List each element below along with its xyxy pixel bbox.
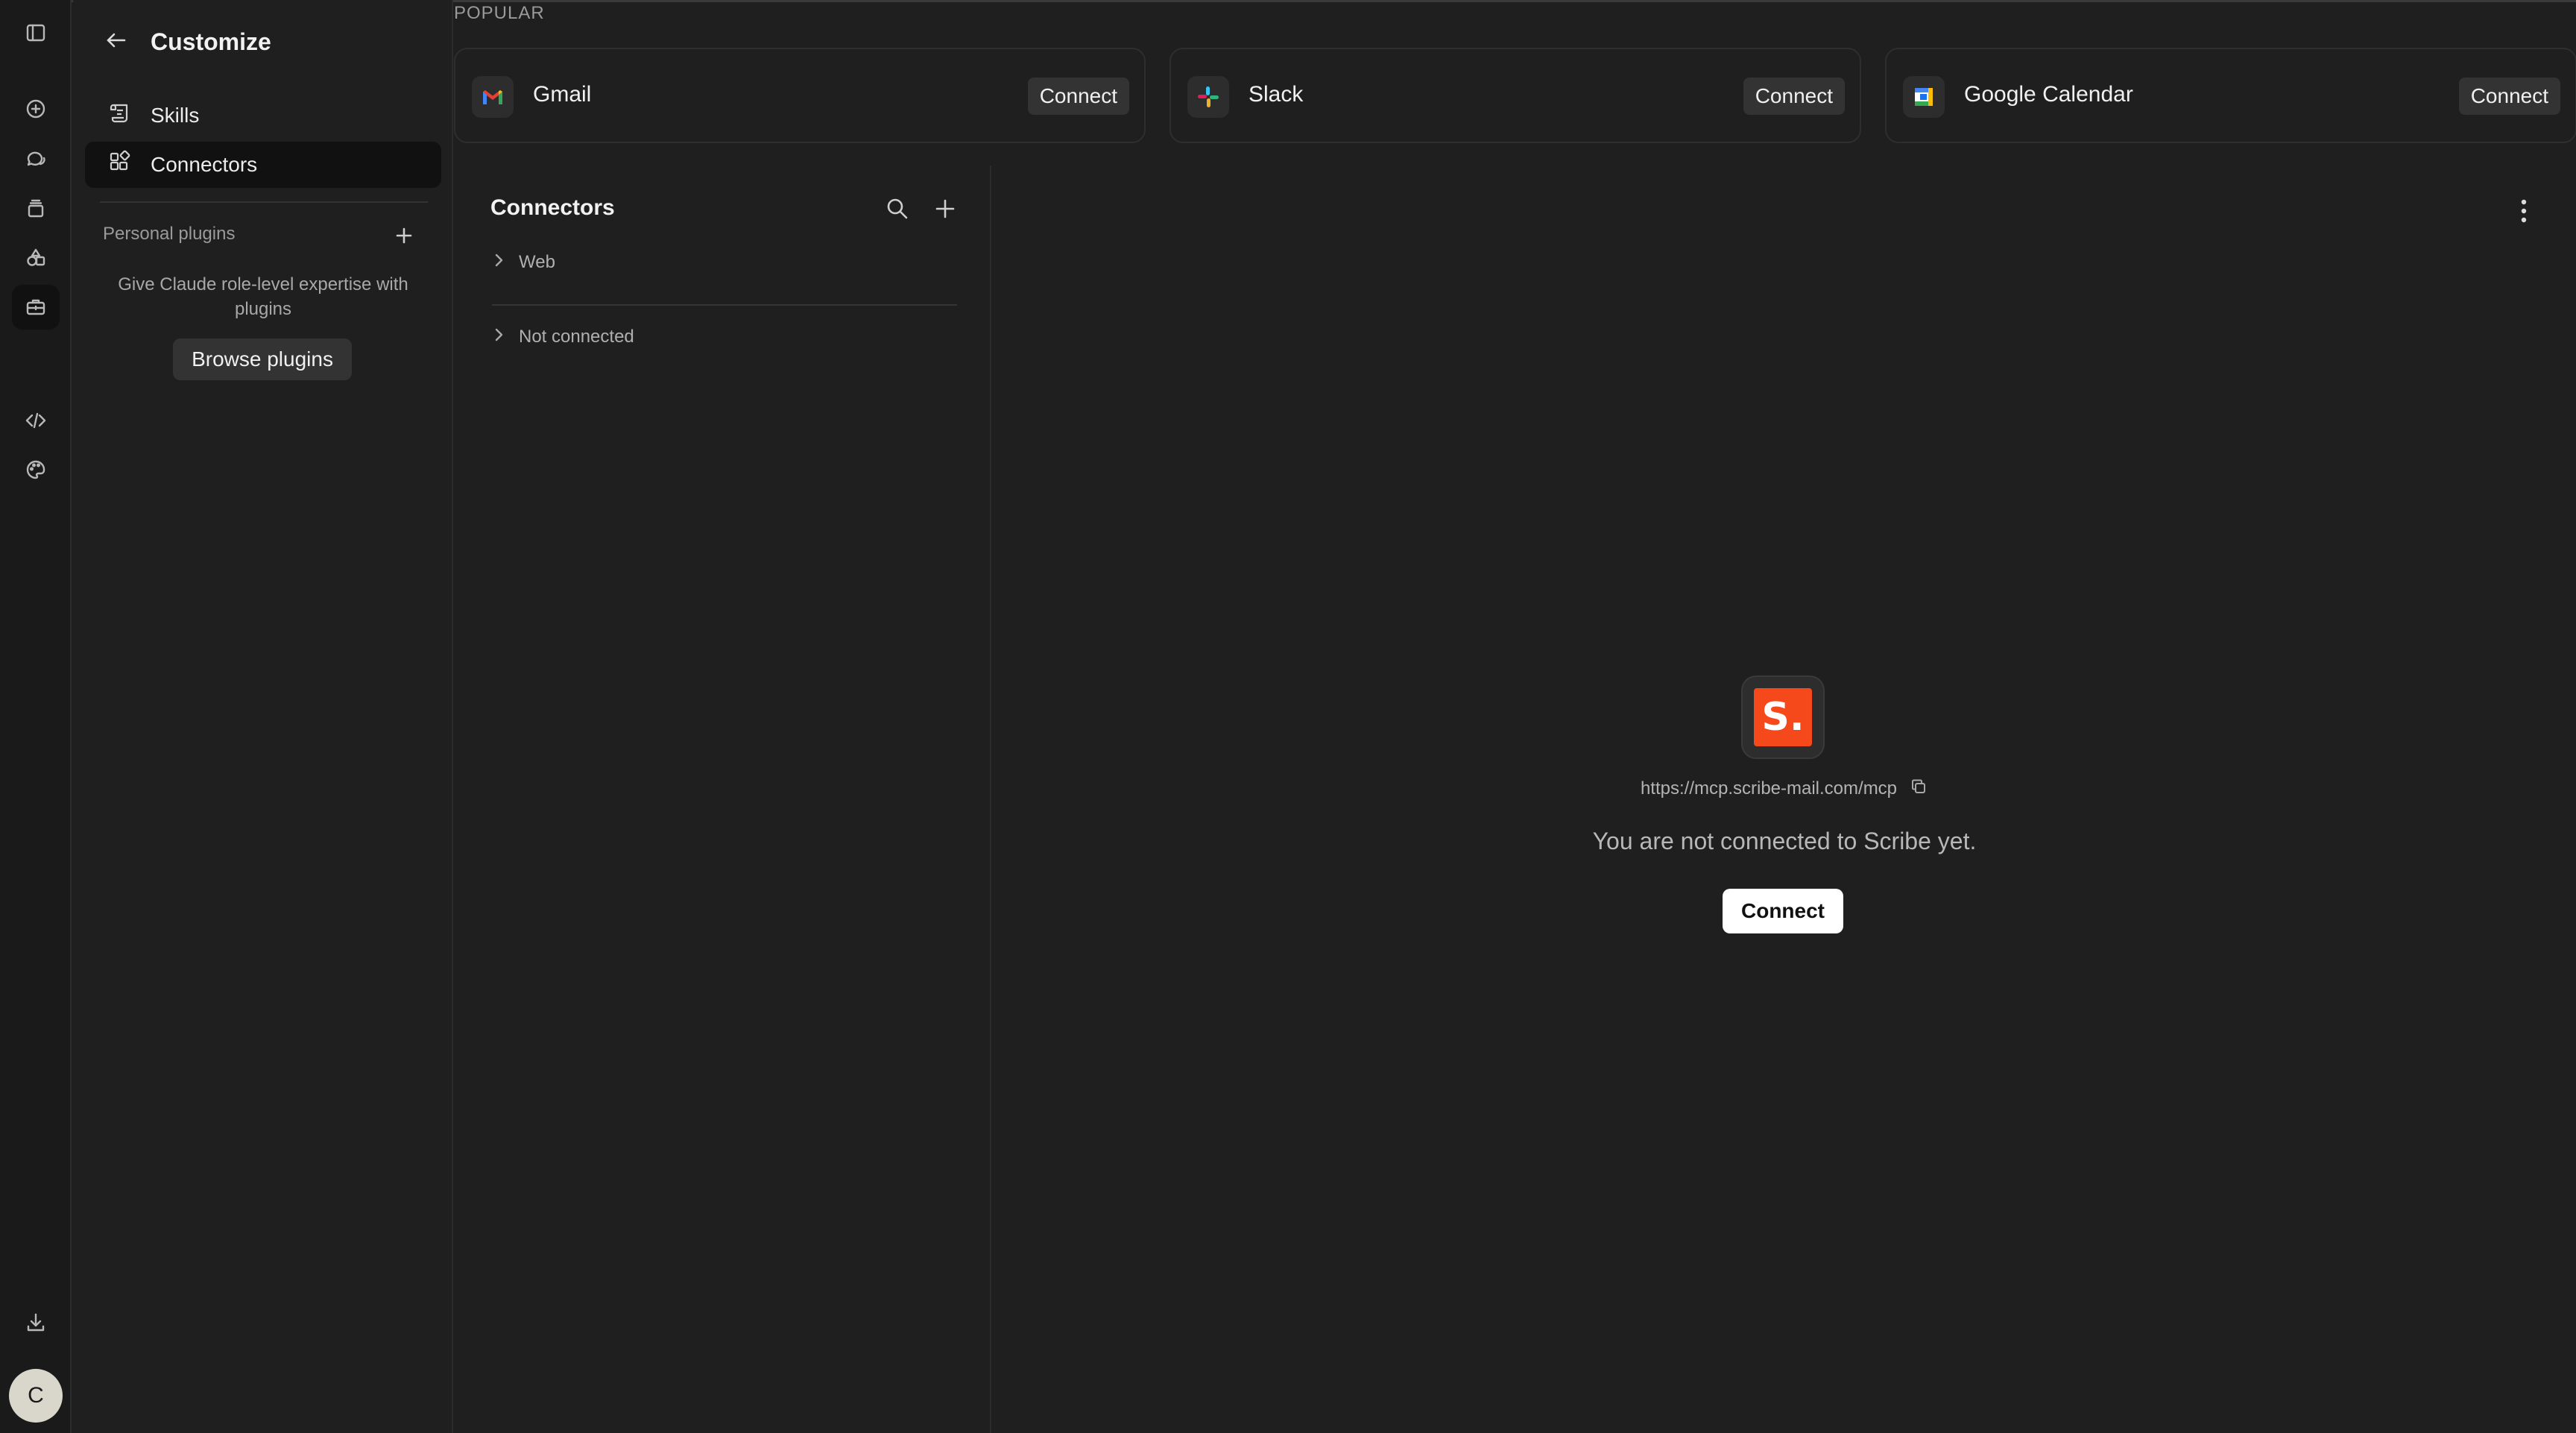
- connector-name: Google Calendar: [1964, 82, 2133, 107]
- user-avatar[interactable]: C: [9, 1369, 63, 1423]
- popular-card-google-calendar: Google Calendar Connect: [1885, 48, 2576, 143]
- chevron-right-icon: [490, 252, 507, 274]
- group-divider: [492, 304, 957, 306]
- projects-icon[interactable]: [12, 186, 60, 231]
- slack-icon: [1187, 76, 1229, 118]
- back-arrow-icon[interactable]: [103, 27, 130, 57]
- popular-card-gmail: Gmail Connect: [454, 48, 1146, 143]
- connectors-list-title: Connectors: [490, 195, 615, 220]
- customize-icon[interactable]: [12, 285, 60, 330]
- chats-icon[interactable]: [12, 137, 60, 182]
- nav-label-connectors: Connectors: [151, 153, 258, 176]
- palette-icon[interactable]: [12, 447, 60, 492]
- app-window: C Customize Skills Connectors Personal p…: [0, 0, 2576, 1433]
- plugins-description: Give Claude role-level expertise with pl…: [118, 274, 408, 319]
- copy-icon[interactable]: [1909, 777, 1928, 800]
- connectors-icon: [107, 150, 133, 180]
- connection-status: You are not connected to Scribe yet.: [1592, 828, 1977, 854]
- customize-header: Customize: [103, 22, 271, 61]
- browse-plugins-button[interactable]: Browse plugins: [173, 338, 352, 380]
- more-options-icon[interactable]: [2507, 192, 2540, 230]
- download-icon[interactable]: [12, 1300, 60, 1345]
- popular-card-slack: Slack Connect: [1169, 48, 1861, 143]
- chevron-right-icon: [490, 327, 507, 348]
- connectors-list: Connectors Web Not connected: [455, 166, 991, 1433]
- add-plugin-button[interactable]: [389, 221, 419, 251]
- connector-name: Slack: [1248, 82, 1304, 107]
- group-label-not-connected: Not connected: [519, 327, 634, 347]
- group-not-connected[interactable]: Not connected: [490, 321, 634, 353]
- connector-detail: S. https://mcp.scribe-mail.com/mcp You a…: [993, 166, 2576, 1433]
- connector-url-row: https://mcp.scribe-mail.com/mcp: [993, 777, 2576, 800]
- artifacts-icon[interactable]: [12, 236, 60, 280]
- slack-connect-button[interactable]: Connect: [1743, 78, 1845, 115]
- customize-sidebar: Customize Skills Connectors Personal plu…: [73, 0, 453, 1433]
- plus-icon: [396, 227, 412, 244]
- add-connector-icon[interactable]: [929, 192, 962, 225]
- scribe-logo: S.: [1741, 675, 1825, 759]
- google-calendar-connect-button[interactable]: Connect: [2458, 78, 2560, 115]
- skills-scroll-icon: [107, 101, 133, 131]
- connector-url: https://mcp.scribe-mail.com/mcp: [1640, 778, 1898, 799]
- scribe-connect-button[interactable]: Connect: [1723, 889, 1843, 933]
- page-title: Customize: [151, 28, 271, 55]
- connector-name: Gmail: [533, 82, 592, 107]
- popular-label: POPULAR: [454, 3, 545, 23]
- sidebar-divider: [100, 201, 428, 203]
- nav-item-connectors[interactable]: Connectors: [85, 142, 441, 188]
- search-icon[interactable]: [881, 192, 914, 225]
- nav-label-skills: Skills: [151, 104, 200, 127]
- code-icon[interactable]: [12, 398, 60, 443]
- gmail-icon: [472, 76, 514, 118]
- gmail-connect-button[interactable]: Connect: [1027, 78, 1129, 115]
- group-label-web: Web: [519, 252, 555, 272]
- group-web[interactable]: Web: [490, 246, 555, 279]
- google-calendar-icon: [1903, 76, 1945, 118]
- icon-rail: C: [0, 0, 72, 1433]
- new-chat-icon[interactable]: [12, 86, 60, 131]
- scribe-logo-mark: S.: [1754, 688, 1812, 746]
- personal-plugins-label: Personal plugins: [103, 224, 236, 244]
- sidebar-toggle-icon[interactable]: [12, 10, 60, 55]
- nav-item-skills[interactable]: Skills: [85, 92, 441, 139]
